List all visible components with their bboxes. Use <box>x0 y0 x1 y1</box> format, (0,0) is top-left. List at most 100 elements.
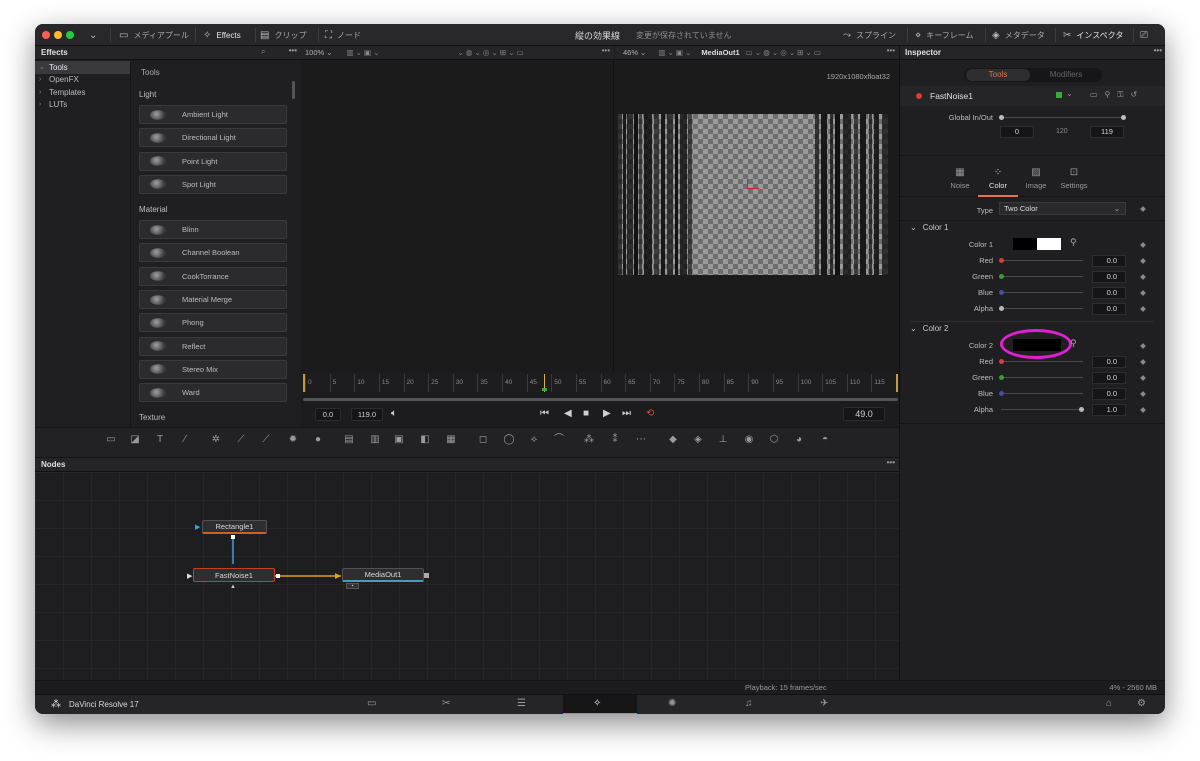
channel-value-field[interactable]: 1.0 <box>1092 404 1126 416</box>
skip-to-end-icon[interactable]: ⏭︎ <box>622 408 631 419</box>
media-pool-button[interactable]: ▭ メディアプール <box>119 24 189 46</box>
color-section-header[interactable]: ⌄ Color 1 <box>910 223 949 232</box>
polygon-icon[interactable]: ⟋ <box>235 434 247 446</box>
clips-button[interactable]: ▤ クリップ <box>260 24 306 46</box>
slider-handle[interactable] <box>999 375 1004 380</box>
subtab-color[interactable]: ⁘ Color <box>978 167 1018 197</box>
brush-icon[interactable]: ⁄ <box>179 434 191 446</box>
deliver-page-icon[interactable]: ✈ <box>820 698 828 709</box>
particle-kill-icon[interactable]: ⋯ <box>635 434 647 446</box>
subtab-image[interactable]: ▨ Image <box>1016 167 1056 197</box>
keyframes-button[interactable]: ⋄ キーフレーム <box>915 24 974 46</box>
keyframe-icon[interactable] <box>1140 375 1146 381</box>
channel-slider[interactable] <box>1001 292 1083 293</box>
nodes-button[interactable]: ⛶ ノード <box>325 24 361 46</box>
color-swatch[interactable] <box>1013 238 1061 250</box>
slider-handle[interactable] <box>999 306 1004 311</box>
more-options-icon[interactable]: ••• <box>289 46 297 55</box>
settings-gear-icon[interactable]: ⚙ <box>1137 698 1146 709</box>
channel-value-field[interactable]: 0.0 <box>1092 356 1126 368</box>
zoom-dropdown[interactable]: 100% <box>305 48 324 57</box>
channel-value-field[interactable]: 0.0 <box>1092 271 1126 283</box>
keyframe-icon[interactable] <box>1140 306 1146 312</box>
channel-slider[interactable] <box>1001 361 1083 362</box>
keyframe-icon[interactable] <box>1140 391 1146 397</box>
viewer-options-icon[interactable]: ▥ ⌄ ▣ ⌄ <box>658 48 691 57</box>
global-out-field[interactable]: 119 <box>1090 126 1124 138</box>
timeline-scrollbar[interactable] <box>303 398 898 401</box>
light-icon[interactable]: ✹ <box>287 434 299 446</box>
tool-button[interactable]: CookTorrance <box>139 266 287 286</box>
merge-icon[interactable]: ▤ <box>343 434 355 446</box>
slider-handle[interactable] <box>999 359 1004 364</box>
edit-page-icon[interactable]: ☰ <box>517 698 526 709</box>
timeline-ruler[interactable]: 0 5 10 15 20 25 30 35 40 45 50 55 60 65 70 75 80 85 90 95 10… <box>303 374 898 392</box>
zoom-window-button[interactable] <box>66 31 74 39</box>
tree-item-luts[interactable]: › LUTs <box>35 99 130 112</box>
image-plane-icon[interactable]: ◓ <box>819 434 831 446</box>
channel-slider[interactable] <box>1001 377 1083 378</box>
tab-modifiers[interactable]: Modifiers <box>1034 69 1098 81</box>
channel-value-field[interactable]: 0.0 <box>1092 255 1126 267</box>
tool-button[interactable]: Ward <box>139 383 287 403</box>
speaker-icon[interactable]: 🔈︎ <box>391 408 397 419</box>
stop-icon[interactable]: ■ <box>583 408 589 419</box>
home-icon[interactable]: ⌂ <box>1106 698 1112 709</box>
loop-icon[interactable]: ⟲ <box>646 408 654 419</box>
render-end-field[interactable]: 119.0 <box>351 408 383 421</box>
tool-button[interactable]: Phong <box>139 313 287 333</box>
color-tag-icon[interactable] <box>1056 92 1062 98</box>
inspector-button[interactable]: ✂ インスペクタ <box>1063 24 1123 46</box>
channel-value-field[interactable]: 0.0 <box>1092 372 1126 384</box>
camera3d-icon[interactable]: ⊥ <box>717 434 729 446</box>
slider-handle[interactable] <box>999 258 1004 263</box>
tool-button[interactable]: Blinn <box>139 220 287 240</box>
tool-button[interactable]: Directional Light <box>139 128 287 148</box>
subtab-noise[interactable]: ▦ Noise <box>940 167 980 197</box>
viewer-tools-icons[interactable]: ⌄ ◍ ⌄ ◎ ⌄ ⊞ ⌄ ▭ <box>457 48 523 57</box>
bspline-icon[interactable]: ⟋ <box>260 434 272 446</box>
render-start-field[interactable]: 0.0 <box>315 408 341 421</box>
tab-tools[interactable]: Tools <box>966 69 1030 81</box>
tool-button[interactable]: Spot Light <box>139 174 287 194</box>
tree-item-tools[interactable]: ⌄ Tools <box>35 61 130 74</box>
keyframe-icon[interactable] <box>1140 407 1146 413</box>
spotlight3d-icon[interactable]: ◉ <box>743 434 755 446</box>
eyedropper-icon[interactable]: ⚲ <box>1070 338 1077 349</box>
tool-button[interactable]: Material Merge <box>139 290 287 310</box>
more-options-icon[interactable]: ••• <box>602 46 610 55</box>
range-end-handle[interactable] <box>1121 115 1126 120</box>
more-options-icon[interactable]: ••• <box>887 46 895 55</box>
fullscreen-button[interactable]: ⎚ <box>1140 24 1148 46</box>
keyframe-icon[interactable] <box>1140 290 1146 296</box>
subtab-settings[interactable]: ⊡ Settings <box>1054 167 1094 197</box>
scrollbar-thumb[interactable] <box>292 81 295 99</box>
ellipse-mask-icon[interactable]: ◯ <box>503 434 515 446</box>
tool-enable-icon[interactable] <box>916 93 922 99</box>
merge3d-icon[interactable]: ◈ <box>692 434 704 446</box>
text-icon[interactable]: T <box>154 434 166 446</box>
keyframe-icon[interactable] <box>1140 242 1146 248</box>
cut-page-icon[interactable]: ✂ <box>442 698 450 709</box>
slider-handle[interactable] <box>999 274 1004 279</box>
node-output-port[interactable] <box>424 573 429 578</box>
emitter-icon[interactable]: ⁂ <box>583 434 595 446</box>
color-section-header[interactable]: ⌄ Color 2 <box>910 324 949 333</box>
play-icon[interactable]: ▶ <box>603 408 611 419</box>
tool-button[interactable]: Point Light <box>139 151 287 171</box>
skip-to-start-icon[interactable]: ⏮︎ <box>540 408 549 419</box>
spline-button[interactable]: ⤳ スプライン <box>843 24 896 46</box>
close-window-button[interactable] <box>42 31 50 39</box>
tool-header-icons[interactable]: ▭⚲⚿↺ <box>1090 90 1144 100</box>
workspace-dropdown-button[interactable]: ⌄ <box>89 24 97 46</box>
left-viewer[interactable] <box>301 60 614 372</box>
channel-icon[interactable]: ▦ <box>445 434 457 446</box>
channel-slider[interactable] <box>1001 260 1083 261</box>
viewer-options-icon[interactable]: ▥ ⌄ ▣ ⌄ <box>346 48 379 57</box>
viewer-tools-icons[interactable]: ▭ ⌄ ◍ ⌄ ◎ ⌄ ⊞ ⌄ ▭ <box>746 48 821 57</box>
keyframe-icon[interactable] <box>1140 359 1146 365</box>
node-output-port[interactable] <box>231 535 235 539</box>
global-in-field[interactable]: 0 <box>1000 126 1034 138</box>
cube3d-icon[interactable]: ⬡ <box>768 434 780 446</box>
tool-button[interactable]: Stereo Mix <box>139 359 287 379</box>
